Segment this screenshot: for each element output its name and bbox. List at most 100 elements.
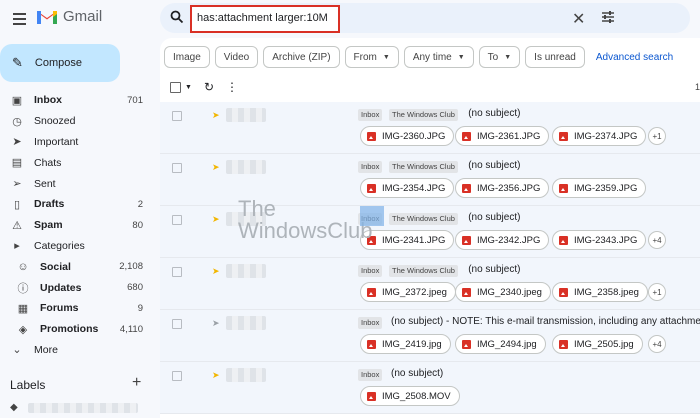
more-attachments-badge[interactable]: +4	[648, 335, 666, 353]
sidebar-item-label: Snoozed	[34, 115, 76, 128]
image-file-icon	[462, 235, 471, 245]
attachment-chip[interactable]: IMG-2374.JPG	[552, 126, 647, 146]
image-file-icon	[559, 183, 568, 193]
main-menu-button[interactable]	[8, 8, 30, 30]
important-marker-icon[interactable]: ➤	[212, 214, 220, 225]
attachment-chip[interactable]: IMG-2360.JPG	[360, 126, 455, 146]
important-marker-icon[interactable]: ➤	[212, 318, 220, 329]
sidebar-item-sent[interactable]: ➢ Sent	[0, 173, 155, 194]
important-marker-icon[interactable]: ➤	[212, 266, 220, 277]
row-checkbox[interactable]	[172, 371, 182, 381]
search-options-icon[interactable]	[600, 9, 616, 25]
attachment-chip[interactable]: IMG_2505.jpg	[552, 334, 643, 354]
attachment-chip[interactable]: IMG-2359.JPG	[552, 178, 647, 198]
image-file-icon	[367, 235, 376, 245]
filter-video[interactable]: Video	[214, 46, 259, 68]
label-item[interactable]: ◆	[10, 402, 138, 413]
attachment-name: IMG-2354.JPG	[382, 182, 446, 194]
chat-icon: ▤	[11, 157, 23, 170]
spam-icon: ⚠	[12, 219, 22, 232]
table-row[interactable]: ➤ Inbox (no subject) IMG_2508.MOV	[160, 362, 700, 414]
attachment-chip[interactable]: IMG-2342.JPG	[455, 230, 550, 250]
forum-icon: ▦	[17, 302, 29, 315]
filter-is-unread[interactable]: Is unread	[525, 46, 585, 68]
table-row[interactable]: ➤ Inbox The Windows Club (no subject) IMG-23…	[160, 206, 700, 258]
label-tag[interactable]: The Windows Club	[389, 265, 458, 277]
search-bar[interactable]: has:attachment larger:10M ✕	[160, 3, 690, 33]
subject-text: (no subject) - NOTE: This e-mail transmi…	[391, 316, 700, 327]
attachment-chip[interactable]: IMG_2340.jpeg	[455, 282, 551, 302]
label-tag[interactable]: The Windows Club	[389, 109, 458, 121]
sidebar-item-forums[interactable]: ▦ Forums 9	[0, 298, 155, 319]
row-checkbox[interactable]	[172, 163, 182, 173]
refresh-icon[interactable]: ↻	[204, 80, 214, 94]
search-input[interactable]: has:attachment larger:10M	[190, 5, 340, 33]
filter-image[interactable]: Image	[164, 46, 210, 68]
label-tag[interactable]: Inbox	[358, 109, 383, 121]
sidebar-item-spam[interactable]: ⚠ Spam 80	[0, 215, 155, 236]
labels-header: Labels	[10, 378, 46, 392]
sidebar-item-snoozed[interactable]: ◷ Snoozed	[0, 111, 155, 132]
sidebar-item-social[interactable]: ☺ Social 2,108	[0, 256, 155, 277]
important-marker-icon[interactable]: ➤	[212, 370, 220, 381]
filter-any-time[interactable]: Any time ▼	[403, 46, 474, 68]
image-file-icon	[462, 183, 471, 193]
advanced-search-link[interactable]: Advanced search	[590, 52, 673, 63]
compose-button[interactable]: ✎ Compose	[0, 44, 120, 82]
label-tag[interactable]: Inbox	[358, 213, 383, 225]
sidebar-item-drafts[interactable]: ▯ Drafts 2	[0, 194, 155, 215]
sidebar-item-categories[interactable]: ▸ Categories	[0, 236, 155, 257]
more-attachments-badge[interactable]: +1	[648, 283, 666, 301]
add-label-icon[interactable]: +	[132, 374, 141, 392]
more-vert-icon[interactable]: ⋮	[226, 80, 238, 94]
label-tag[interactable]: Inbox	[358, 161, 383, 173]
sidebar-item-more[interactable]: ⌄ More	[0, 340, 155, 361]
select-all-checkbox[interactable]: ▼	[170, 81, 192, 93]
attachment-chip[interactable]: IMG-2354.JPG	[360, 178, 455, 198]
label-tag[interactable]: The Windows Club	[389, 213, 458, 225]
important-marker-icon[interactable]: ➤	[212, 110, 220, 121]
table-row[interactable]: ➤ Inbox The Windows Club (no subject) IMG_23…	[160, 258, 700, 310]
label-tag[interactable]: Inbox	[358, 317, 383, 329]
attachment-chip[interactable]: IMG_2494.jpg	[455, 334, 546, 354]
clock-icon: ◷	[12, 115, 22, 128]
attachment-chip[interactable]: IMG_2372.jpeg	[360, 282, 456, 302]
attachment-chip[interactable]: IMG_2419.jpg	[360, 334, 451, 354]
attachment-chip[interactable]: IMG-2343.JPG	[552, 230, 647, 250]
sender-redacted	[226, 368, 266, 382]
row-checkbox[interactable]	[172, 215, 182, 225]
attachment-chip[interactable]: IMG_2508.MOV	[360, 386, 460, 406]
table-row[interactable]: ➤ Inbox The Windows Club (no subject) IMG-23…	[160, 154, 700, 206]
sidebar-item-updates[interactable]: ⓘ Updates 680	[0, 277, 155, 298]
attachment-name: IMG_2494.jpg	[477, 338, 537, 350]
caret-down-icon: ▼	[382, 53, 390, 61]
row-checkbox[interactable]	[172, 267, 182, 277]
row-checkbox[interactable]	[172, 111, 182, 121]
sidebar-item-important[interactable]: ➤ Important	[0, 132, 155, 153]
clear-search-icon[interactable]: ✕	[572, 9, 585, 29]
filter-from[interactable]: From ▼	[344, 46, 399, 68]
row-checkbox[interactable]	[172, 319, 182, 329]
filter-archive[interactable]: Archive (ZIP)	[263, 46, 340, 68]
attachment-chip[interactable]: IMG-2356.JPG	[455, 178, 550, 198]
subject-text: (no subject)	[391, 368, 444, 379]
sidebar-item-promotions[interactable]: ◈ Promotions 4,110	[0, 319, 155, 340]
image-file-icon	[559, 131, 568, 141]
label-tag[interactable]: The Windows Club	[389, 161, 458, 173]
sidebar-item-inbox[interactable]: ▣ Inbox 701	[0, 90, 155, 111]
more-attachments-badge[interactable]: +1	[648, 127, 666, 145]
attachment-chip[interactable]: IMG-2341.JPG	[360, 230, 455, 250]
attachment-chip[interactable]: IMG-2361.JPG	[455, 126, 550, 146]
search-icon[interactable]	[170, 10, 184, 24]
label-tag[interactable]: Inbox	[358, 265, 383, 277]
table-row[interactable]: ➤ Inbox (no subject) - NOTE: This e-mail t…	[160, 310, 700, 362]
more-attachments-badge[interactable]: +4	[648, 231, 666, 249]
subject-text: (no subject)	[468, 160, 521, 171]
filter-to[interactable]: To ▼	[478, 46, 521, 68]
table-row[interactable]: ➤ Inbox The Windows Club (no subject) IMG-23…	[160, 102, 700, 154]
attachment-chip[interactable]: IMG_2358.jpeg	[552, 282, 648, 302]
sidebar-item-chats[interactable]: ▤ Chats	[0, 152, 155, 173]
label-tag[interactable]: Inbox	[358, 369, 383, 381]
important-marker-icon[interactable]: ➤	[212, 162, 220, 173]
gmail-logo[interactable]: Gmail	[36, 8, 102, 25]
